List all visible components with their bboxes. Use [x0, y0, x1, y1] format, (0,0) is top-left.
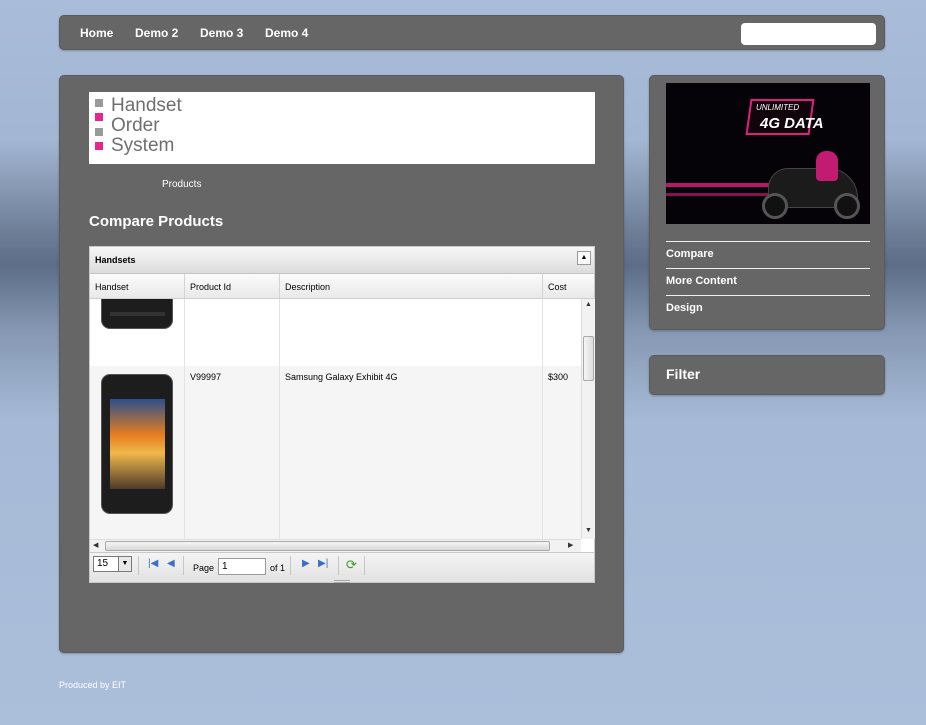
logo-square: [95, 128, 103, 136]
rider-graphic: [816, 151, 838, 181]
nav-home[interactable]: Home: [80, 26, 113, 40]
grid-caption: Handsets ▲: [90, 247, 594, 274]
phone-image: [101, 374, 173, 514]
main-content-panel: Handset Order System Products Compare Pr…: [59, 75, 624, 653]
product-id-cell: V99997: [185, 366, 280, 539]
scroll-right-arrow-icon[interactable]: ▶: [568, 541, 573, 549]
handsets-grid: Handsets ▲ Handset Product Id Descriptio…: [89, 246, 595, 583]
sidebar-item-compare[interactable]: Compare: [666, 241, 870, 268]
refresh-icon[interactable]: ⟳: [346, 557, 357, 573]
grid-header-row: Handset Product Id Description Cost: [90, 274, 594, 299]
previous-page-icon[interactable]: ◀: [167, 558, 175, 569]
description-cell: [280, 299, 543, 366]
description-cell: Samsung Galaxy Exhibit 4G: [280, 366, 543, 539]
handset-order-system-logo: Handset Order System: [89, 92, 595, 164]
motorcycle-wheel: [762, 193, 788, 219]
scroll-left-arrow-icon[interactable]: ◀: [93, 541, 98, 549]
table-row[interactable]: [90, 299, 581, 366]
vertical-scrollbar[interactable]: ▲ ▼: [581, 299, 595, 539]
breadcrumb-products[interactable]: Products: [162, 179, 201, 190]
footer-credit: Produced by EIT: [59, 680, 127, 690]
phone-image: [101, 299, 173, 329]
promo-line-2: 4G DATA: [760, 115, 824, 132]
logo-square: [95, 99, 103, 107]
logo-square: [95, 142, 103, 150]
collapse-grid-button[interactable]: ▲: [577, 251, 591, 265]
grid-body: V99997 Samsung Galaxy Exhibit 4G $300: [90, 299, 581, 539]
column-header-cost[interactable]: Cost: [543, 274, 596, 298]
chevron-down-icon[interactable]: ▼: [118, 557, 131, 571]
logo-line-system: System: [111, 135, 175, 156]
column-header-description[interactable]: Description: [280, 274, 543, 298]
sidebar-item-design[interactable]: Design: [666, 295, 870, 322]
cost-cell: [543, 299, 581, 366]
motorcycle-wheel: [834, 193, 860, 219]
page-size-value: 15: [97, 558, 109, 569]
resize-grip-icon[interactable]: [334, 580, 350, 583]
pager-separator: [338, 556, 339, 575]
grid-pager: 15 ▼ |◀ ◀ Page 1 of 1 ▶ ▶| ⟳: [90, 552, 594, 582]
column-header-product-id[interactable]: Product Id: [185, 274, 280, 298]
page-size-select[interactable]: 15 ▼: [93, 556, 132, 572]
phone-screen: [110, 399, 165, 489]
vertical-scroll-thumb[interactable]: [583, 336, 594, 381]
logo-square: [95, 113, 103, 121]
pager-separator: [183, 556, 184, 575]
first-page-icon[interactable]: |◀: [148, 558, 158, 569]
table-row[interactable]: V99997 Samsung Galaxy Exhibit 4G $300: [90, 366, 581, 539]
page-title: Compare Products: [89, 213, 224, 230]
grid-caption-title: Handsets: [95, 255, 136, 265]
scroll-down-arrow-icon[interactable]: ▼: [585, 527, 592, 534]
scroll-up-arrow-icon[interactable]: ▲: [585, 301, 592, 308]
nav-demo-3[interactable]: Demo 3: [200, 26, 243, 40]
handset-cell: [90, 366, 185, 539]
last-page-icon[interactable]: ▶|: [318, 558, 328, 569]
promo-line-1: UNLIMITED: [756, 103, 800, 112]
horizontal-scrollbar[interactable]: ◀ ▶: [90, 539, 581, 552]
phone-buttons: [110, 312, 165, 316]
sidebar-panel: UNLIMITED 4G DATA Compare More Content D…: [649, 75, 885, 330]
filter-title: Filter: [666, 366, 701, 382]
unlimited-4g-data-promo-image: UNLIMITED 4G DATA: [666, 83, 870, 224]
page-label: Page: [193, 563, 215, 573]
pager-separator: [290, 556, 291, 575]
nav-demo-4[interactable]: Demo 4: [265, 26, 308, 40]
page-number-input[interactable]: 1: [218, 558, 266, 575]
next-page-icon[interactable]: ▶: [302, 558, 310, 569]
top-navigation-bar: Home Demo 2 Demo 3 Demo 4: [59, 15, 885, 50]
product-id-cell: [185, 299, 280, 366]
column-header-handset[interactable]: Handset: [90, 274, 185, 298]
cost-cell: $300: [548, 372, 569, 382]
nav-demo-2[interactable]: Demo 2: [135, 26, 178, 40]
handset-cell: [90, 299, 185, 366]
pager-separator: [364, 556, 365, 575]
page-count-label: of 1: [270, 563, 286, 573]
search-input[interactable]: [741, 23, 876, 45]
pager-separator: [138, 556, 139, 575]
filter-panel[interactable]: Filter: [649, 355, 885, 395]
horizontal-scroll-thumb[interactable]: [105, 541, 550, 551]
logo-line-handset: Handset: [111, 95, 182, 116]
logo-line-order: Order: [111, 115, 160, 136]
sidebar-links: Compare More Content Design: [666, 241, 870, 322]
sidebar-item-more-content[interactable]: More Content: [666, 268, 870, 295]
